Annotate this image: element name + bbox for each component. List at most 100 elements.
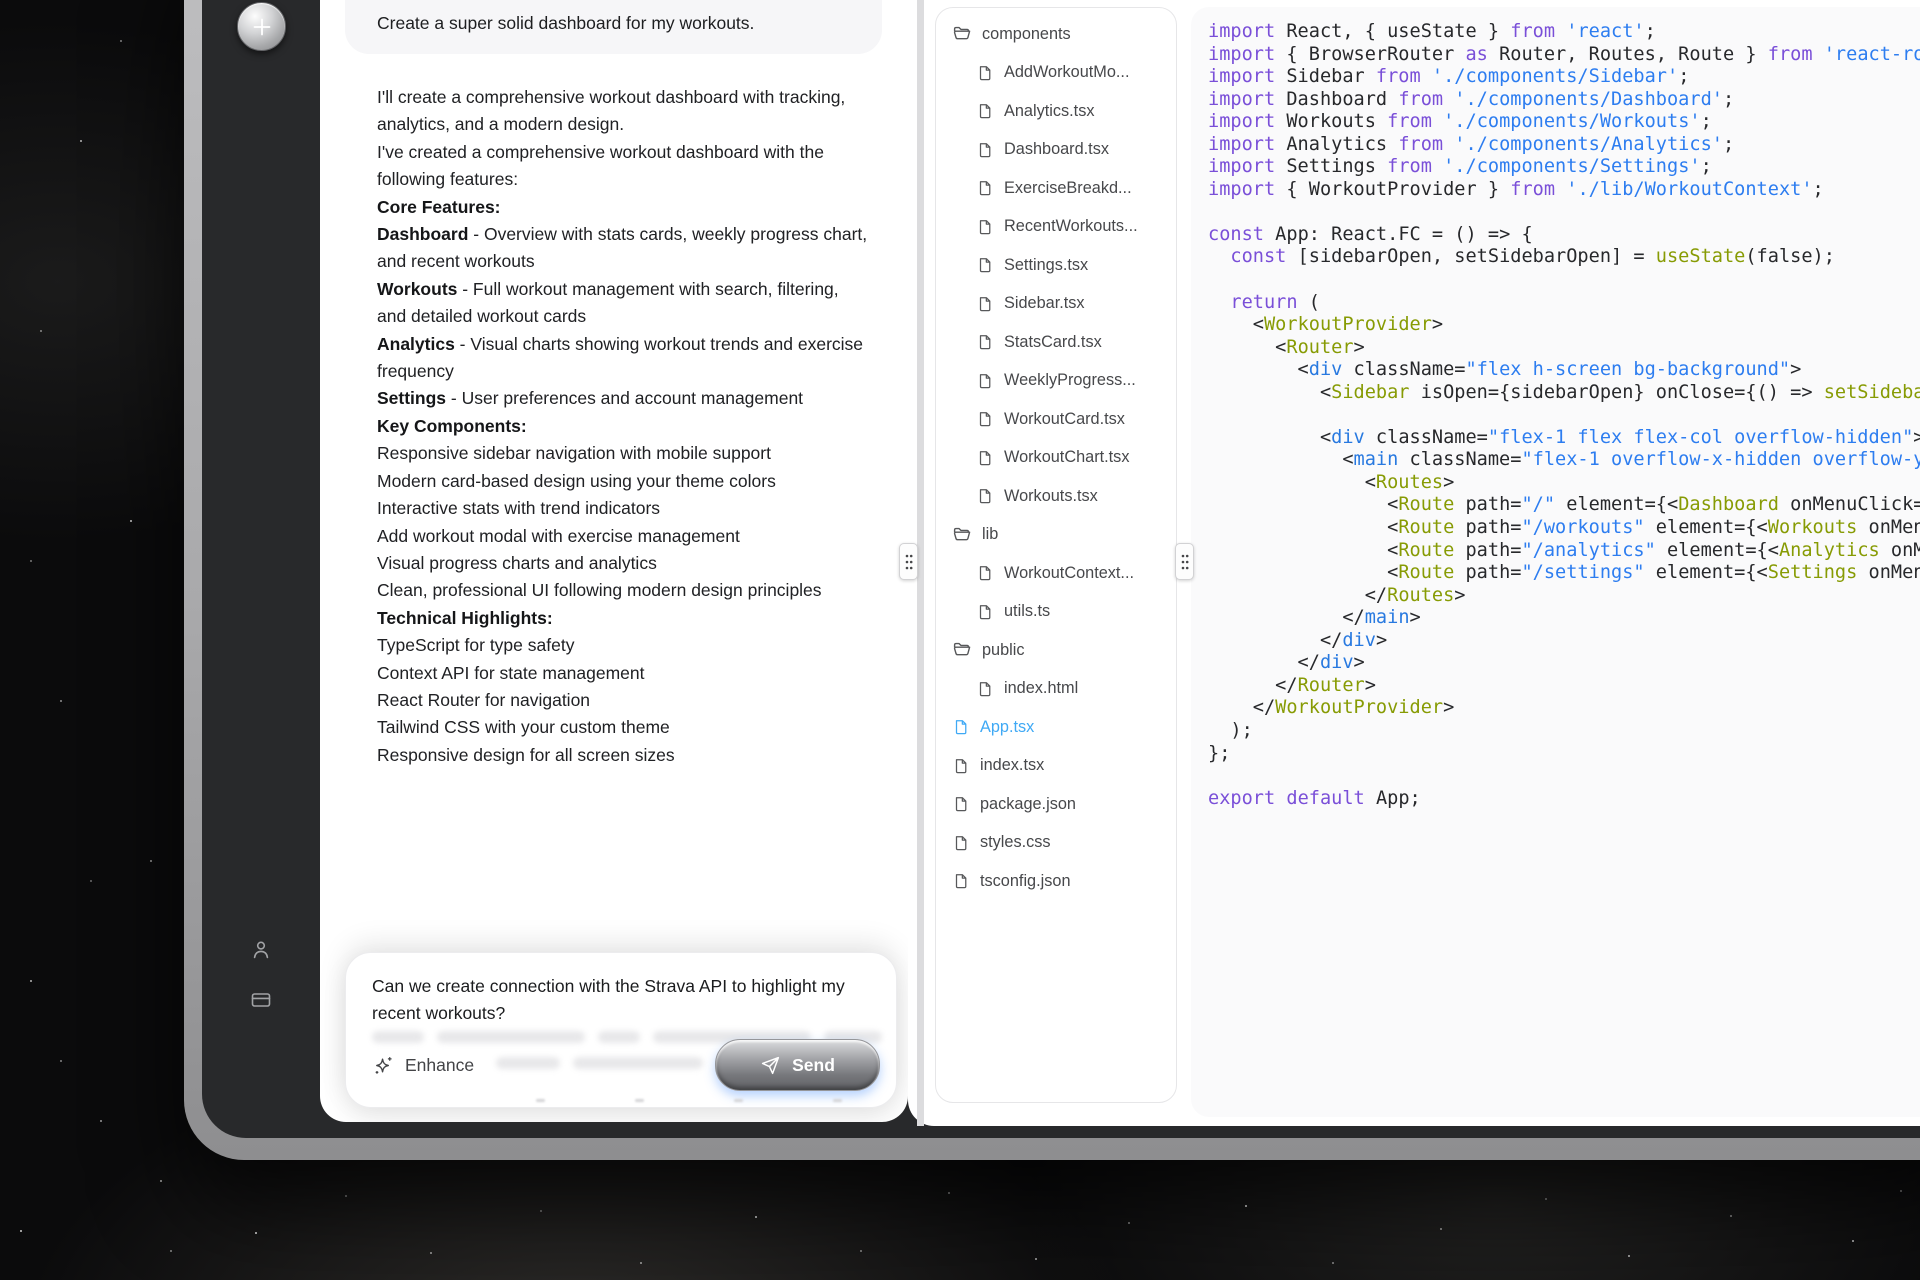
code-line: ); [1208,719,1253,741]
prompt-input-value[interactable]: Can we create connection with the Strava… [372,973,872,1027]
tree-file-index-html[interactable]: index.html [952,677,1168,702]
drag-handle-dots-icon [905,554,912,569]
credit-card-icon[interactable] [249,988,273,1012]
code-line: import { BrowserRouter as Router, Routes… [1208,43,1920,65]
paper-plane-icon [761,1056,780,1074]
send-label: Send [792,1054,835,1075]
user-icon[interactable] [249,938,273,962]
tree-folder-lib[interactable]: lib [952,523,1168,548]
tree-file-addworkoutmo[interactable]: AddWorkoutMo... [952,61,1168,86]
tree-item-label: WorkoutCard.tsx [1004,409,1125,428]
tree-file-sidebar-tsx[interactable]: Sidebar.tsx [952,292,1168,317]
code-panel: import React, { useState } from 'react';… [1191,7,1920,1117]
chat-paragraph: Tailwind CSS with your custom theme [377,717,670,738]
tree-item-label: Settings.tsx [1004,255,1089,274]
tree-item-label: components [982,24,1071,43]
chat-paragraph: Key Components: [377,415,527,436]
file-icon [979,681,991,697]
chat-paragraph: Context API for state management [377,662,645,683]
tree-file-recentworkouts[interactable]: RecentWorkouts... [952,215,1168,240]
tree-folder-components[interactable]: components [952,22,1168,47]
tree-file-workoutcard-tsx[interactable]: WorkoutCard.tsx [952,407,1168,432]
tree-item-label: WorkoutContext... [1004,563,1135,582]
tree-file-workoutchart-tsx[interactable]: WorkoutChart.tsx [952,446,1168,471]
tree-file-dashboard-tsx[interactable]: Dashboard.tsx [952,138,1168,163]
file-icon [979,412,991,427]
file-icon [979,604,991,620]
desktop-scene: Create a super solid dashboard for my wo… [0,0,1920,1280]
file-icon [979,373,991,389]
tree-item-label: Workouts.tsx [1004,486,1098,505]
chat-paragraph: TypeScript for type safety [377,635,575,656]
tree-file-styles-css[interactable]: styles.css [952,831,1168,856]
new-chat-button[interactable] [237,2,286,51]
user-message-text: Create a super solid dashboard for my wo… [377,13,755,33]
tree-file-workouts-tsx[interactable]: Workouts.tsx [952,484,1168,509]
chat-paragraph: Analytics - Visual charts showing workou… [377,333,864,382]
tree-file-utils-ts[interactable]: utils.ts [952,600,1168,625]
code-line: <Route path="/analytics" element={<Analy… [1208,539,1920,561]
tree-item-label: index.html [1004,679,1079,698]
tree-item-label: Sidebar.tsx [1004,294,1085,313]
resize-handle-files-code[interactable] [1175,543,1194,580]
sparkles-icon [375,1056,392,1074]
workspace-panel: components AddWorkoutMo... Analytics.tsx Da… [908,0,1920,1126]
send-button[interactable]: Send [715,1039,880,1091]
tree-file-settings-tsx[interactable]: Settings.tsx [952,253,1168,278]
resize-handle-chat-files[interactable] [899,543,918,580]
file-tree: components AddWorkoutMo... Analytics.tsx Da… [952,22,1168,894]
code-line: <main className="flex-1 overflow-x-hidde… [1208,449,1920,471]
tree-item-label: StatsCard.tsx [1004,332,1102,351]
code-line: <Router> [1208,336,1365,358]
code-line: </Routes> [1208,584,1466,606]
code-line: import Settings from './components/Setti… [1208,156,1712,178]
tree-item-label: public [982,640,1025,659]
code-line: return ( [1230,291,1320,313]
tree-item-label: Dashboard.tsx [1004,140,1109,159]
code-line: import Workouts from './components/Worko… [1208,111,1712,133]
chat-paragraph: Responsive sidebar navigation with mobil… [377,443,771,464]
tree-file-tsconfig-json[interactable]: tsconfig.json [952,869,1168,894]
code-line: import { WorkoutProvider } from './lib/W… [1208,178,1824,200]
enhance-button[interactable]: Enhance [372,1054,474,1077]
tree-file-statscard-tsx[interactable]: StatsCard.tsx [952,330,1168,355]
chat-paragraph: React Router for navigation [377,689,591,710]
tree-item-label: AddWorkoutMo... [1004,63,1130,82]
tree-file-analytics-tsx[interactable]: Analytics.tsx [952,99,1168,124]
tree-folder-public[interactable]: public [952,638,1168,663]
tree-item-label: ExerciseBreakd... [1004,178,1132,197]
code-editor[interactable]: import React, { useState } from 'react';… [1208,21,1920,810]
tree-file-weeklyprogress[interactable]: WeeklyProgress... [952,369,1168,394]
chat-paragraph: Responsive design for all screen sizes [377,744,675,765]
file-explorer: components AddWorkoutMo... Analytics.tsx Da… [935,7,1177,1103]
tree-file-package-json[interactable]: package.json [952,792,1168,817]
left-rail [202,0,320,1138]
file-icon [979,489,991,504]
file-icon [979,296,991,312]
code-line: const [sidebarOpen, setSidebarOpen] = us… [1230,246,1835,268]
file-icon [979,566,991,581]
code-line: <Routes> [1208,471,1455,493]
tree-file-exercisebreakd[interactable]: ExerciseBreakd... [952,176,1168,201]
user-message-bubble: Create a super solid dashboard for my wo… [345,0,882,54]
code-line: </Router> [1208,674,1376,696]
chat-paragraph: Modern card-based design using your them… [377,470,776,491]
file-icon [979,450,991,466]
file-icon [955,874,967,889]
chat-panel: Create a super solid dashboard for my wo… [320,0,908,1122]
folder-open-icon [953,527,971,541]
tree-file-index-tsx[interactable]: index.tsx [952,754,1168,779]
file-icon [955,797,967,812]
code-line: <div className="flex h-screen bg-backgro… [1208,359,1802,381]
code-line: </div> [1208,629,1388,651]
chat-paragraph: Interactive stats with trend indicators [377,498,661,519]
prompt-input-card[interactable]: Can we create connection with the Strava… [345,952,897,1108]
file-icon [979,65,991,81]
tree-file-app-tsx[interactable]: App.tsx [952,715,1168,740]
code-line: import Sidebar from './components/Sideba… [1208,66,1690,88]
tree-file-workoutcontext[interactable]: WorkoutContext... [952,561,1168,586]
panel-divider [917,0,924,1126]
file-icon [955,720,967,735]
